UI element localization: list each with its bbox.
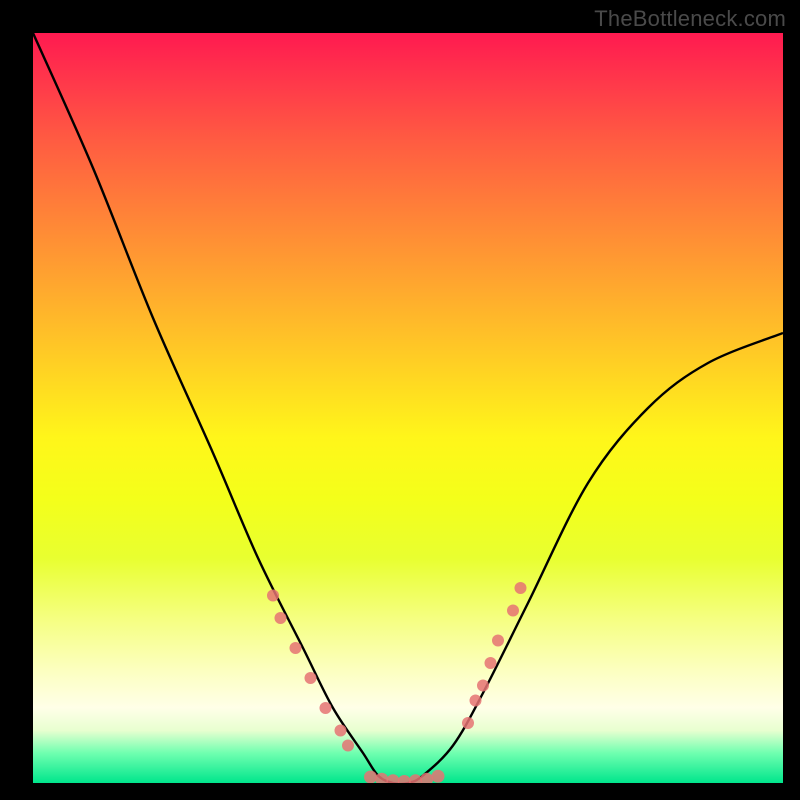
data-point (485, 657, 497, 669)
data-point (364, 771, 377, 784)
plot-area (33, 33, 783, 783)
data-point (470, 695, 482, 707)
data-point (320, 702, 332, 714)
data-point (432, 770, 445, 783)
data-point (398, 775, 411, 783)
data-point (275, 612, 287, 624)
data-point (342, 740, 354, 752)
data-point (305, 672, 317, 684)
data-markers (267, 582, 527, 783)
data-point (420, 773, 433, 783)
curve-svg (33, 33, 783, 783)
data-point (507, 605, 519, 617)
data-point (515, 582, 527, 594)
data-point (477, 680, 489, 692)
data-point (335, 725, 347, 737)
bottleneck-curve (33, 33, 783, 783)
data-point (462, 717, 474, 729)
chart-frame: TheBottleneck.com (0, 0, 800, 800)
watermark: TheBottleneck.com (594, 6, 786, 32)
data-point (492, 635, 504, 647)
data-point (387, 774, 400, 783)
data-point (290, 642, 302, 654)
data-point (267, 590, 279, 602)
data-point (409, 774, 422, 783)
